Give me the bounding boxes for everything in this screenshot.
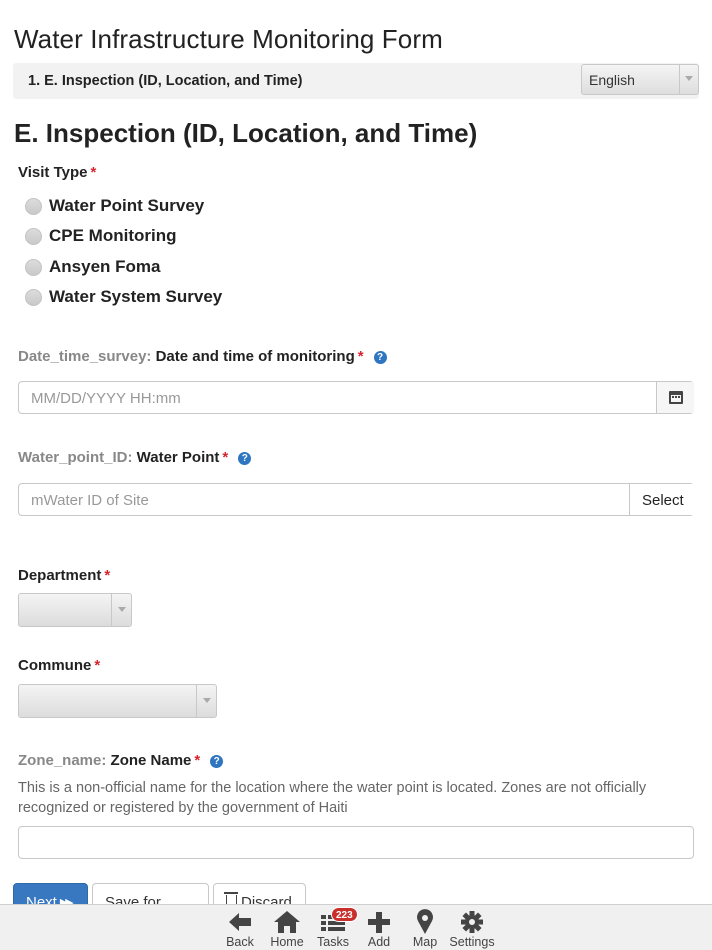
gear-icon (461, 911, 483, 933)
commune-dropdown-toggle[interactable] (196, 685, 216, 717)
chevron-down-icon (203, 698, 211, 703)
radio-water-point-survey[interactable]: Water Point Survey (25, 194, 204, 218)
section-heading: E. Inspection (ID, Location, and Time) (14, 118, 478, 148)
radio-button[interactable] (25, 197, 42, 215)
question-code: Water_point_ID: (18, 449, 133, 466)
language-select[interactable]: English (581, 64, 699, 95)
radio-button[interactable] (25, 258, 42, 276)
water-point-input[interactable]: mWater ID of Site Select (18, 483, 694, 516)
date-time-placeholder: MM/DD/YYYY HH:mm (31, 390, 181, 407)
radio-button[interactable] (25, 227, 42, 245)
select-site-button[interactable]: Select (629, 484, 694, 515)
radio-ansyen-foma[interactable]: Ansyen Foma (25, 255, 160, 279)
question-code: Zone_name: (18, 752, 107, 769)
water-point-label: Water_point_ID: Water Point *? (18, 449, 252, 466)
select-site-label: Select (642, 492, 684, 509)
nav-label: Home (270, 935, 304, 949)
radio-label: Water System Survey (49, 287, 223, 306)
tasks-count-badge: 223 (331, 907, 358, 922)
required-marker: * (94, 657, 101, 674)
required-marker: * (90, 164, 97, 181)
language-value: English (589, 72, 635, 88)
language-dropdown-toggle[interactable] (679, 65, 698, 94)
nav-label: Add (367, 935, 391, 949)
commune-label: Commune * (18, 657, 100, 674)
question-text: Date and time of monitoring (155, 348, 355, 365)
help-icon[interactable]: ? (238, 452, 252, 465)
date-time-input[interactable]: MM/DD/YYYY HH:mm (18, 381, 694, 414)
department-select[interactable] (18, 593, 132, 627)
question-text: Commune (18, 657, 92, 674)
nav-label: Settings (449, 935, 495, 949)
section-label: 1. E. Inspection (ID, Location, and Time… (28, 73, 303, 89)
question-code: Date_time_survey: (18, 348, 152, 365)
required-marker: * (222, 449, 229, 466)
section-bar: 1. E. Inspection (ID, Location, and Time… (13, 63, 699, 99)
radio-water-system-survey[interactable]: Water System Survey (25, 285, 222, 309)
nav-map[interactable]: Map (402, 905, 448, 950)
nav-label: Map (412, 935, 438, 949)
visit-type-label: Visit Type * (18, 164, 96, 181)
nav-label: Tasks (317, 935, 349, 949)
back-arrow-icon (229, 913, 251, 931)
required-marker: * (104, 567, 111, 584)
visit-type-text: Visit Type (18, 164, 88, 181)
department-label: Department * (18, 567, 110, 584)
radio-button[interactable] (25, 288, 42, 306)
plus-icon (368, 912, 390, 933)
date-time-label: Date_time_survey: Date and time of monit… (18, 348, 387, 365)
question-text: Water Point (136, 449, 220, 466)
chevron-down-icon (118, 607, 126, 612)
chevron-down-icon (685, 76, 693, 81)
calendar-button[interactable] (656, 382, 694, 413)
question-text: Department (18, 567, 102, 584)
help-icon[interactable]: ? (210, 755, 224, 768)
required-marker: * (194, 752, 201, 769)
zone-name-hint: This is a non-official name for the loca… (18, 780, 647, 816)
help-icon[interactable]: ? (373, 351, 387, 364)
water-point-placeholder: mWater ID of Site (31, 492, 149, 509)
nav-add[interactable]: Add (356, 905, 402, 950)
commune-select[interactable] (18, 684, 217, 718)
calendar-icon (669, 391, 683, 404)
zone-name-label: Zone_name: Zone Name *? (18, 752, 224, 769)
home-icon (274, 911, 300, 933)
required-marker: * (357, 348, 364, 365)
nav-settings[interactable]: Settings (449, 905, 495, 950)
nav-back[interactable]: Back (217, 905, 263, 950)
radio-label: CPE Monitoring (49, 226, 177, 245)
radio-label: Water Point Survey (49, 196, 205, 215)
radio-label: Ansyen Foma (49, 257, 161, 276)
nav-home[interactable]: Home (264, 905, 310, 950)
radio-cpe-monitoring[interactable]: CPE Monitoring (25, 224, 176, 248)
nav-label: Back (226, 935, 254, 949)
department-dropdown-toggle[interactable] (111, 594, 131, 626)
zone-name-input[interactable] (18, 826, 694, 859)
map-pin-icon (417, 909, 433, 934)
form-title: Water Infrastructure Monitoring Form (14, 24, 443, 54)
nav-tasks[interactable]: 223 Tasks (310, 905, 358, 950)
bottom-nav: Back Home 223 Tasks Add Map Settings (0, 904, 712, 950)
question-text: Zone Name (110, 752, 192, 769)
